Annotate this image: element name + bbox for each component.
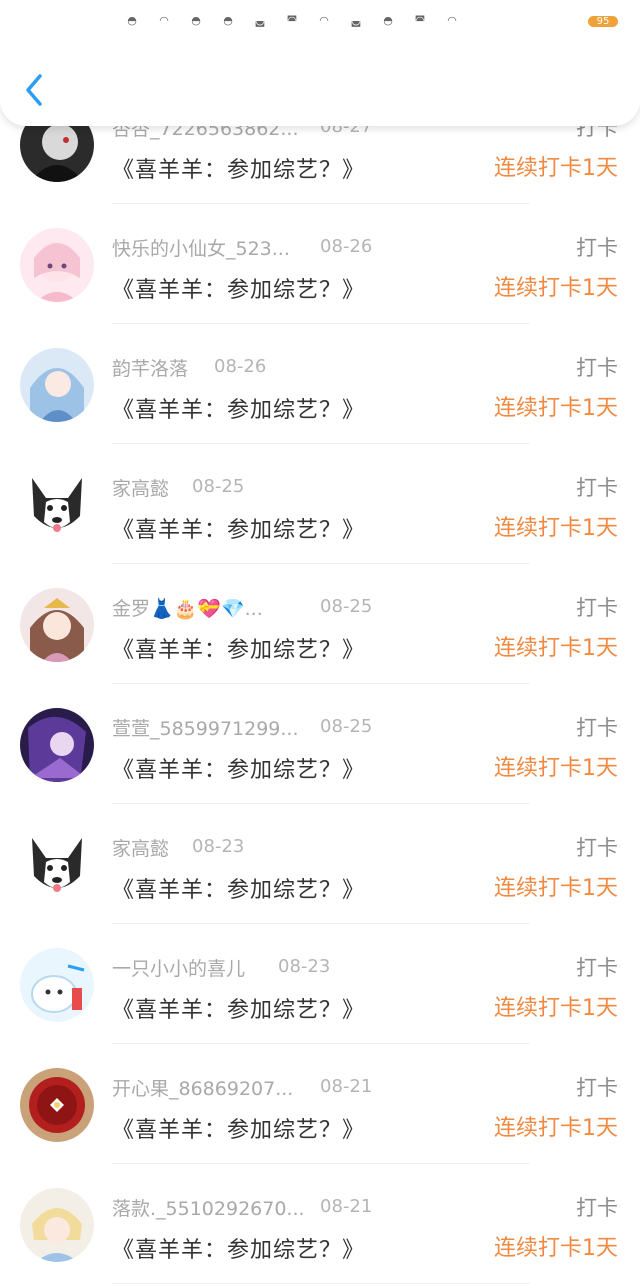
user-name: 一只小小的喜儿 <box>112 958 246 980</box>
avatar[interactable] <box>20 1068 94 1142</box>
streak-label: 连续打卡1天 <box>494 396 618 421</box>
streak-label: 连续打卡1天 <box>494 156 618 181</box>
streak-label: 连续打卡1天 <box>494 1236 618 1261</box>
checkin-date: 08-25 <box>320 716 373 737</box>
signal-icon: ◚ <box>414 14 426 27</box>
battery-indicator: 95 <box>588 16 618 27</box>
checkin-label: 打卡 <box>576 1076 618 1100</box>
book-title: 《喜羊羊：参加综艺？》 <box>112 278 366 303</box>
list-item[interactable]: 一只小小的喜儿 08-23 《喜羊羊：参加综艺？》 打卡 连续打卡1天 <box>0 924 640 1044</box>
status-icons: ◓ ◠ ◓ ◓ ◛ ◚ ◠ ◛ ◓ ◚ ◠ <box>116 14 468 28</box>
list-item[interactable]: 韵芊洛落 08-26 《喜羊羊：参加综艺？》 打卡 连续打卡1天 <box>0 324 640 444</box>
notification-icon: ◓ <box>191 14 201 27</box>
streak-label: 连续打卡1天 <box>494 636 618 661</box>
book-title: 《喜羊羊：参加综艺？》 <box>112 398 366 423</box>
user-name: 落款._5510292670... <box>112 1198 305 1220</box>
avatar[interactable] <box>20 708 94 782</box>
checkin-label: 打卡 <box>576 356 618 380</box>
list-item[interactable]: 开心果_86869207... 08-21 《喜羊羊：参加综艺？》 打卡 连续打… <box>0 1044 640 1164</box>
top-bar: ◓ ◠ ◓ ◓ ◛ ◚ ◠ ◛ ◓ ◚ ◠ 95 <box>0 0 640 126</box>
chevron-left-icon <box>26 74 42 106</box>
checkin-date: 08-21 <box>320 1196 373 1217</box>
book-title: 《喜羊羊：参加综艺？》 <box>112 638 366 663</box>
avatar[interactable] <box>20 348 94 422</box>
checkin-label: 打卡 <box>576 836 618 860</box>
book-title: 《喜羊羊：参加综艺？》 <box>112 998 366 1023</box>
user-name: 萱萱_5859971299... <box>112 718 299 740</box>
streak-label: 连续打卡1天 <box>494 276 618 301</box>
download-icon: ◛ <box>350 14 362 27</box>
checkin-label: 打卡 <box>576 596 618 620</box>
user-name: 韵芊洛落 <box>112 358 189 380</box>
avatar[interactable] <box>20 468 94 542</box>
checkin-date: 08-23 <box>192 836 245 857</box>
notification-icon: ◓ <box>383 14 393 27</box>
checkin-date: 08-26 <box>214 356 267 377</box>
list-item[interactable]: 萱萱_5859971299... 08-25 《喜羊羊：参加综艺？》 打卡 连续… <box>0 684 640 804</box>
list-item[interactable]: 家高懿 08-23 《喜羊羊：参加综艺？》 打卡 连续打卡1天 <box>0 804 640 924</box>
checkin-label: 打卡 <box>576 716 618 740</box>
user-name: 金罗👗🎂💝💎... <box>112 598 263 620</box>
streak-label: 连续打卡1天 <box>494 996 618 1021</box>
checkin-date: 08-25 <box>320 596 373 617</box>
checkin-label: 打卡 <box>576 236 618 260</box>
avatar[interactable] <box>20 948 94 1022</box>
book-title: 《喜羊羊：参加综艺？》 <box>112 1118 366 1143</box>
checkin-date: 08-23 <box>278 956 331 977</box>
notification-icon: ◓ <box>127 14 137 27</box>
list-item[interactable]: 落款._5510292670... 08-21 《喜羊羊：参加综艺？》 打卡 连… <box>0 1164 640 1284</box>
list-item[interactable]: 快乐的小仙女_523... 08-26 《喜羊羊：参加综艺？》 打卡 连续打卡1… <box>0 204 640 324</box>
book-title: 《喜羊羊：参加综艺？》 <box>112 158 366 183</box>
user-name: 家高懿 <box>112 478 170 500</box>
user-name: 家高懿 <box>112 838 170 860</box>
notification-icon: ◓ <box>223 14 233 27</box>
download-icon: ◛ <box>254 14 266 27</box>
back-button[interactable] <box>20 70 50 110</box>
checkin-date: 08-21 <box>320 1076 373 1097</box>
book-title: 《喜羊羊：参加综艺？》 <box>112 518 366 543</box>
avatar[interactable] <box>20 828 94 902</box>
checkin-date: 08-25 <box>192 476 245 497</box>
checkin-date: 08-26 <box>320 236 373 257</box>
user-name: 快乐的小仙女_523... <box>112 238 290 260</box>
checkin-label: 打卡 <box>576 476 618 500</box>
avatar[interactable] <box>20 1188 94 1262</box>
checkin-label: 打卡 <box>576 1196 618 1220</box>
signal-icon: ◚ <box>286 14 298 27</box>
list-item[interactable]: 家高懿 08-25 《喜羊羊：参加综艺？》 打卡 连续打卡1天 <box>0 444 640 564</box>
list-item[interactable]: 金罗👗🎂💝💎... 08-25 《喜羊羊：参加综艺？》 打卡 连续打卡1天 <box>0 564 640 684</box>
book-title: 《喜羊羊：参加综艺？》 <box>112 878 366 903</box>
streak-label: 连续打卡1天 <box>494 756 618 781</box>
signal-icon: ◠ <box>447 14 457 27</box>
streak-label: 连续打卡1天 <box>494 876 618 901</box>
avatar[interactable] <box>20 228 94 302</box>
streak-label: 连续打卡1天 <box>494 1116 618 1141</box>
user-name: 开心果_86869207... <box>112 1078 294 1100</box>
avatar[interactable] <box>20 588 94 662</box>
streak-label: 连续打卡1天 <box>494 516 618 541</box>
book-title: 《喜羊羊：参加综艺？》 <box>112 1238 366 1263</box>
checkin-label: 打卡 <box>576 956 618 980</box>
book-title: 《喜羊羊：参加综艺？》 <box>112 758 366 783</box>
signal-icon: ◠ <box>159 14 169 27</box>
signal-icon: ◠ <box>319 14 329 27</box>
